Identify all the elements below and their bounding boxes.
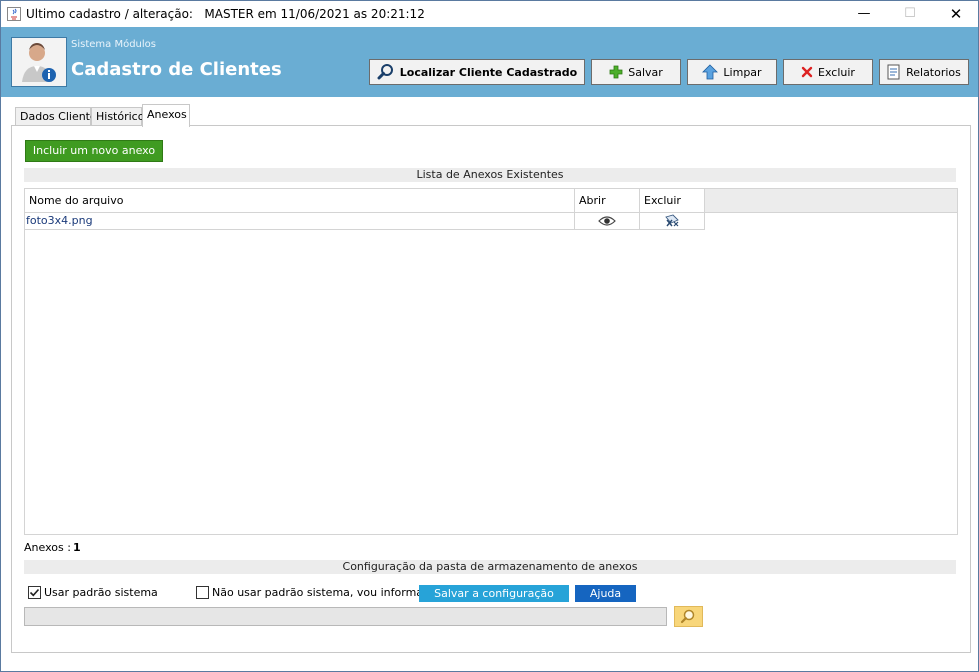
attachments-count-value: 1	[73, 541, 81, 554]
delete-file-icon	[665, 214, 679, 227]
module-subtitle: Sistema Módulos	[71, 39, 156, 50]
reports-button[interactable]: Relatorios	[879, 59, 969, 85]
checkmark-icon	[29, 588, 40, 597]
use-default-label: Usar padrão sistema	[44, 586, 158, 599]
arrow-up-icon	[702, 64, 719, 80]
tab-dados-cliente[interactable]: Dados Cliente	[15, 107, 97, 126]
open-attachment-button[interactable]	[575, 213, 640, 230]
column-header-open[interactable]: Abrir	[575, 189, 640, 213]
use-default-checkbox[interactable]	[28, 586, 41, 599]
tab-anexos[interactable]: Anexos	[142, 104, 190, 127]
magnifier-icon	[377, 64, 393, 80]
window-title: Ultimo cadastro / alteração: MASTER em 1…	[26, 7, 425, 21]
browse-folder-button[interactable]	[674, 606, 703, 627]
red-x-icon	[801, 66, 813, 78]
save-config-button[interactable]: Salvar a configuração	[419, 585, 569, 602]
page-title: Cadastro de Clientes	[71, 59, 282, 80]
plus-icon	[609, 65, 623, 79]
main-window: Ultimo cadastro / alteração: MASTER em 1…	[0, 0, 979, 672]
title-bar: Ultimo cadastro / alteração: MASTER em 1…	[1, 1, 978, 27]
column-header-name[interactable]: Nome do arquivo	[25, 189, 575, 213]
eye-icon	[598, 216, 616, 226]
clear-label: Limpar	[723, 65, 762, 79]
custom-path-label: Não usar padrão sistema, vou informar	[212, 586, 428, 599]
reports-label: Relatorios	[906, 65, 961, 79]
java-app-icon	[7, 7, 21, 21]
storage-path-input[interactable]	[24, 607, 667, 626]
magnifier-icon	[680, 609, 695, 624]
storage-config-title: Configuração da pasta de armazenamento d…	[24, 560, 956, 574]
maximize-button[interactable]: ☐	[887, 1, 933, 27]
add-attachment-button[interactable]: Incluir um novo anexo	[25, 140, 163, 162]
help-button[interactable]: Ajuda	[575, 585, 636, 602]
minimize-button[interactable]: —	[841, 1, 887, 27]
tab-historico[interactable]: Histórico	[91, 107, 144, 126]
find-client-label: Localizar Cliente Cadastrado	[399, 65, 578, 79]
clear-button[interactable]: Limpar	[687, 59, 777, 85]
save-label: Salvar	[628, 65, 663, 79]
delete-attachment-button[interactable]	[640, 213, 705, 230]
attachments-count-label: Anexos :	[24, 541, 71, 554]
attachments-list-title: Lista de Anexos Existentes	[24, 168, 956, 182]
header-band: Sistema Módulos Cadastro de Clientes Loc…	[1, 27, 978, 97]
find-client-button[interactable]: Localizar Cliente Cadastrado	[369, 59, 585, 85]
save-button[interactable]: Salvar	[591, 59, 681, 85]
header-filler	[705, 189, 957, 213]
report-icon	[887, 64, 900, 80]
attachments-table: Nome do arquivo Abrir Excluir foto3x4.pn…	[24, 188, 958, 535]
table-row-filename[interactable]: foto3x4.png	[25, 213, 575, 230]
custom-path-checkbox[interactable]	[196, 586, 209, 599]
delete-button[interactable]: Excluir	[783, 59, 873, 85]
close-button[interactable]: ✕	[933, 1, 979, 27]
client-avatar-icon	[11, 37, 67, 87]
delete-label: Excluir	[818, 65, 855, 79]
column-header-delete[interactable]: Excluir	[640, 189, 705, 213]
